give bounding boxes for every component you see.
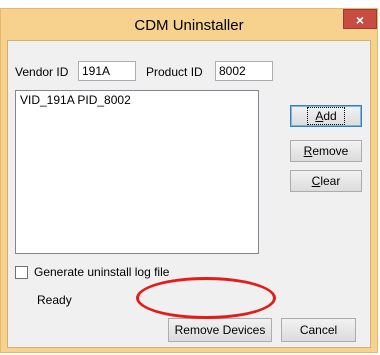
remove-devices-button[interactable]: Remove Devices bbox=[168, 318, 272, 342]
remove-label-rest: emove bbox=[312, 144, 349, 158]
clear-label-rest: lear bbox=[320, 174, 341, 188]
list-item[interactable]: VID_191A PID_8002 bbox=[20, 93, 254, 107]
close-button[interactable]: × bbox=[343, 9, 377, 29]
cancel-button[interactable]: Cancel bbox=[281, 318, 356, 342]
close-icon: × bbox=[355, 12, 365, 28]
dialog-client-area: Vendor ID 191A Product ID 8002 VID_191A … bbox=[7, 40, 371, 348]
title-bar[interactable]: CDM Uninstaller × bbox=[1, 9, 377, 39]
vendor-id-input[interactable]: 191A bbox=[78, 61, 136, 81]
product-id-label: Product ID bbox=[146, 65, 203, 79]
status-text: Ready bbox=[37, 293, 72, 307]
log-file-checkbox[interactable] bbox=[15, 266, 28, 279]
add-button-label: Add bbox=[307, 107, 345, 125]
add-button[interactable]: Add bbox=[290, 105, 362, 127]
window-title: CDM Uninstaller bbox=[134, 17, 244, 34]
remove-button[interactable]: Remove bbox=[290, 140, 362, 162]
vendor-id-label: Vendor ID bbox=[15, 65, 69, 79]
screenshot-frame: CDM Uninstaller × Vendor ID 191A Product… bbox=[0, 0, 380, 355]
remove-mnemonic: R bbox=[303, 144, 313, 158]
dialog-window: CDM Uninstaller × Vendor ID 191A Product… bbox=[0, 8, 378, 353]
product-id-input[interactable]: 8002 bbox=[215, 61, 273, 81]
add-label-rest: dd bbox=[323, 109, 337, 123]
log-file-label: Generate uninstall log file bbox=[34, 265, 170, 279]
clear-button[interactable]: Clear bbox=[290, 170, 362, 192]
device-listbox[interactable]: VID_191A PID_8002 bbox=[15, 90, 259, 254]
